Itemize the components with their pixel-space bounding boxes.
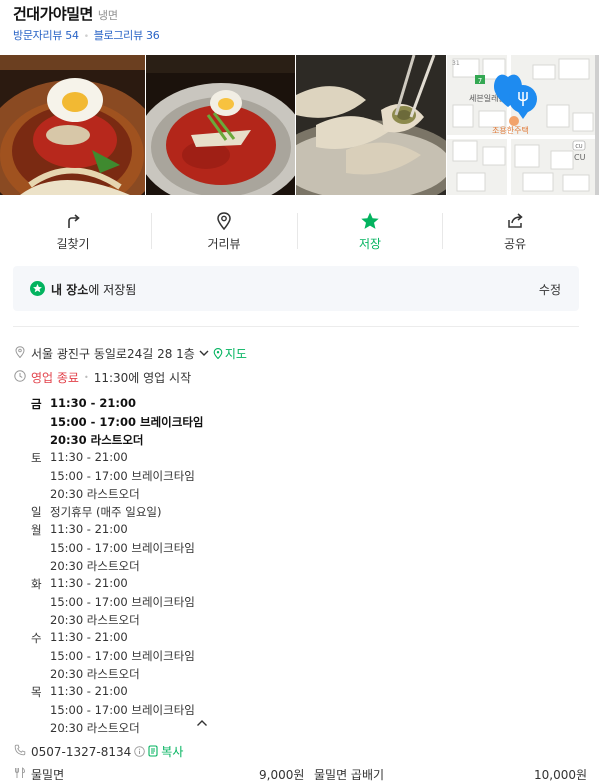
street-view-button[interactable]: 거리뷰 xyxy=(151,205,297,255)
chevron-up-icon[interactable] xyxy=(196,718,208,728)
menu-item-name: 물밀면 곱배기 xyxy=(314,768,385,782)
saved-status-text: 내 장소에 저장됨 xyxy=(51,281,136,298)
map-link[interactable]: 지도 xyxy=(213,347,247,361)
place-detail-panel: 건대가야밀면 냉면 방문자리뷰 54 • 블로그리뷰 36 7 31 세븐일레븐… xyxy=(0,0,599,782)
photo-naengmyeon-egg[interactable] xyxy=(0,55,145,195)
save-button[interactable]: 저장 xyxy=(297,205,443,255)
info-icon[interactable] xyxy=(134,746,146,757)
photo-dumplings[interactable] xyxy=(296,55,446,195)
share-label: 공유 xyxy=(503,237,527,251)
hours-line: 15:00 - 17:00 브레이크타임 xyxy=(50,649,195,663)
chevron-down-icon[interactable] xyxy=(199,349,209,357)
action-bar: 길찾기 거리뷰 저장 공유 xyxy=(0,205,599,255)
map-link-label: 지도 xyxy=(224,347,247,361)
place-header: 건대가야밀면 냉면 xyxy=(13,3,118,24)
phone-icon xyxy=(14,744,26,756)
directions-label: 길찾기 xyxy=(56,237,90,251)
address-text: 서울 광진구 동일로24길 28 1층 xyxy=(31,347,195,361)
hours-line: 20:30 라스트오더 xyxy=(50,433,144,447)
svg-text:7: 7 xyxy=(478,77,482,85)
hours-day: 금 xyxy=(31,397,42,411)
map-label-cu-badge: CU xyxy=(575,144,582,150)
street-view-label: 거리뷰 xyxy=(207,237,241,251)
saved-status-box: 내 장소에 저장됨 수정 xyxy=(13,266,579,311)
place-name: 건대가야밀면 xyxy=(13,5,93,23)
star-icon xyxy=(361,212,379,229)
hours-line: 정기휴무 (매주 일요일) xyxy=(50,505,162,519)
blog-reviews-link[interactable]: 블로그리뷰 36 xyxy=(94,29,160,42)
menu-item-price: 10,000원 xyxy=(534,768,588,782)
hours-line: 11:30 - 21:00 xyxy=(50,522,128,536)
hours-line: 15:00 - 17:00 브레이크타임 xyxy=(50,415,204,429)
svg-text:31: 31 xyxy=(452,60,460,67)
directions-icon xyxy=(68,214,80,228)
location-pin-icon xyxy=(15,346,25,358)
share-icon xyxy=(508,213,523,228)
menu-utensils-icon xyxy=(15,767,25,778)
hours-day: 수 xyxy=(31,631,42,645)
map-pin-green-icon xyxy=(213,348,223,360)
place-category: 냉면 xyxy=(97,9,119,22)
hours-line: 11:30 - 21:00 xyxy=(50,630,128,644)
copy-icon xyxy=(148,745,158,757)
hours-line: 15:00 - 17:00 브레이크타임 xyxy=(50,469,195,483)
clock-icon xyxy=(14,370,26,382)
hours-line: 11:30 - 21:00 xyxy=(50,396,136,410)
closed-status: 영업 종료 xyxy=(31,371,79,385)
hours-day: 일 xyxy=(31,505,42,519)
hours-line: 15:00 - 17:00 브레이크타임 xyxy=(50,541,195,555)
edit-saved-button[interactable]: 수정 xyxy=(539,281,561,298)
hours-line: 15:00 - 17:00 브레이크타임 xyxy=(50,595,195,609)
hours-line: 20:30 라스트오더 xyxy=(50,721,140,735)
photo-strip: 7 31 세븐일레븐 조용한주택 CU CU xyxy=(0,55,599,195)
hours-line: 11:30 - 21:00 xyxy=(50,450,128,464)
hours-line: 20:30 라스트오더 xyxy=(50,487,140,501)
hours-line: 20:30 라스트오더 xyxy=(50,559,140,573)
street-view-icon xyxy=(217,212,231,231)
directions-button[interactable]: 길찾기 xyxy=(0,205,146,255)
review-links: 방문자리뷰 54 • 블로그리뷰 36 xyxy=(13,27,160,43)
map-label-house: 조용한주택 xyxy=(492,125,529,135)
visitor-reviews-link[interactable]: 방문자리뷰 54 xyxy=(13,29,79,42)
hours-line: 11:30 - 21:00 xyxy=(50,576,128,590)
phone-number: 0507-1327-8134 xyxy=(31,745,132,759)
review-separator: • xyxy=(83,32,89,42)
menu-item-price: 9,000원 xyxy=(259,768,305,782)
menu-item-name: 물밀면 xyxy=(31,768,65,782)
hours-day: 월 xyxy=(31,523,42,537)
hours-line: 20:30 라스트오더 xyxy=(50,667,140,681)
hours-line: 11:30 - 21:00 xyxy=(50,684,128,698)
map-label-cu: CU xyxy=(574,153,586,162)
copy-phone-label: 복사 xyxy=(161,745,184,759)
saved-place-bold: 내 장소 xyxy=(51,283,89,297)
hours-day: 토 xyxy=(31,451,42,465)
hours-day: 목 xyxy=(31,685,42,699)
saved-star-badge-icon xyxy=(30,281,45,296)
photo-bibim-naengmyeon[interactable] xyxy=(146,55,295,195)
location-map-thumbnail[interactable]: 7 31 세븐일레븐 조용한주택 CU CU xyxy=(447,55,599,195)
copy-phone-button[interactable]: 복사 xyxy=(148,745,183,759)
status-dot: • xyxy=(83,373,89,382)
hours-day: 화 xyxy=(31,577,42,591)
section-divider xyxy=(13,326,579,327)
hours-line: 20:30 라스트오더 xyxy=(50,613,140,627)
share-button[interactable]: 공유 xyxy=(442,205,588,255)
next-open-text: 11:30에 영업 시작 xyxy=(93,371,192,385)
hours-line: 15:00 - 17:00 브레이크타임 xyxy=(50,703,195,717)
save-label: 저장 xyxy=(358,237,382,251)
saved-place-rest: 에 저장됨 xyxy=(88,283,137,297)
